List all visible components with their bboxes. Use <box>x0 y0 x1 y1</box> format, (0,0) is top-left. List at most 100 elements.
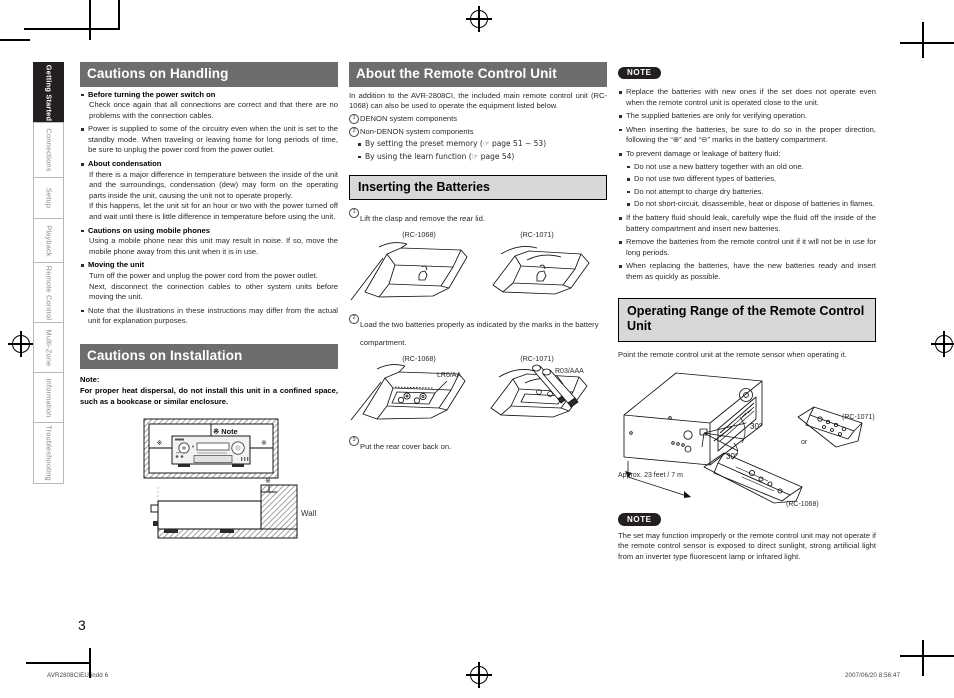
sidebar-tabs: Getting Started Connections Setup Playba… <box>33 62 64 484</box>
list-item: The supplied batteries are only for veri… <box>618 111 876 122</box>
step-label: Lift the clasp and remove the rear lid. <box>360 213 485 223</box>
list-item: Power is supplied to some of the circuit… <box>80 124 338 156</box>
list-item: Note that the illustrations in these ins… <box>80 306 338 327</box>
list-item: If the battery fluid should leak, carefu… <box>618 213 876 234</box>
registration-mark-top <box>466 6 492 32</box>
figure-caption-rc1068: (RC-1068) <box>402 229 436 239</box>
item-body: Note that the illustrations in these ins… <box>88 305 338 326</box>
svg-text:Wall: Wall <box>301 509 316 518</box>
sidebar-item-connections[interactable]: Connections <box>33 122 64 177</box>
sidebar-item-playback[interactable]: Playback <box>33 218 64 262</box>
heading-inserting-batteries: Inserting the Batteries <box>349 175 607 200</box>
note-pill-batteries: NOTE <box>618 62 876 80</box>
list-item: Moving the unit Turn off the power and u… <box>80 260 338 302</box>
sidebar-item-label: Getting Started <box>44 64 53 121</box>
note-pill-sensor: NOTE <box>618 509 876 527</box>
installation-figure: ※ ※ ※ Note ※ Wall <box>80 417 338 542</box>
list-item: Remove the batteries from the remote con… <box>618 237 876 258</box>
note-badge: NOTE <box>618 513 661 526</box>
item-body: Check once again that all connections ar… <box>89 100 338 120</box>
remote-label-rc1068: (RC-1068) <box>786 500 819 508</box>
note-text: When replacing the batteries, have the n… <box>626 261 876 281</box>
sub-bullet-label: By setting the preset memory (☞ page 51 … <box>365 139 547 149</box>
sidebar-item-label: Playback <box>44 224 53 257</box>
list-item: About condensation If there is a major d… <box>80 159 338 223</box>
sidebar-item-setup[interactable]: Setup <box>33 177 64 218</box>
or-label: or <box>801 438 808 446</box>
heading-cautions-on-handling: Cautions on Handling <box>80 62 338 87</box>
operating-range-figure: 30° 30° Approx. 23 feet / 7 m (RC-1071) … <box>618 367 876 508</box>
list-item-label: DENON system components <box>360 113 458 123</box>
sidebar-item-label: Setup <box>44 187 53 209</box>
crop-mark-top-left-v2 <box>118 0 120 30</box>
crop-mark-top-right-v <box>922 22 924 58</box>
item-body: Using a mobile phone near this unit may … <box>89 236 338 256</box>
battery-insert-figure: (RC-1068) (RC-1071) LR6/AA R03/AAA <box>349 354 607 438</box>
note-text: The supplied batteries are only for veri… <box>626 111 808 121</box>
circled-number: 2 <box>349 314 359 325</box>
item-body: If there is a major difference in temper… <box>89 169 338 200</box>
crop-mark-top-right-h <box>900 42 954 44</box>
crop-mark-top-left-v <box>89 0 91 30</box>
circled-number: 2 <box>349 126 359 137</box>
item-body-2: Next, disconnect the connection cables t… <box>89 281 338 302</box>
sub-bullet-label: By using the learn function (☞ page 54) <box>365 151 515 161</box>
list-item-label: Non-DENON system components <box>360 126 474 136</box>
list-item: Replace the batteries with new ones if t… <box>618 87 876 108</box>
note-text: If the battery fluid should leak, carefu… <box>626 212 876 233</box>
list-item: Do not attempt to charge dry batteries. <box>626 187 876 198</box>
battery-insert-diagram-svg <box>350 363 588 421</box>
cautions-handling-list: Before turning the power switch on Check… <box>80 90 338 327</box>
sensor-note-body: The set may function improperly or the r… <box>618 530 876 561</box>
remote-sub-bullets: By setting the preset memory (☞ page 51 … <box>349 139 607 162</box>
sidebar-item-multi-zone[interactable]: Multi-Zone <box>33 322 64 372</box>
operating-range-intro: Point the remote control unit at the rem… <box>618 349 847 359</box>
item-body: Turn off the power and unplug the power … <box>89 271 318 281</box>
battery-note-list-2: If the battery fluid should leak, carefu… <box>618 213 876 283</box>
list-item: To prevent damage or leakage of battery … <box>618 149 876 160</box>
column-cautions: Cautions on Handling Before turning the … <box>80 62 338 542</box>
item-body: Power is supplied to some of the circuit… <box>88 124 338 155</box>
sidebar-item-label: Information <box>44 377 53 418</box>
note-text: To prevent damage or leakage of battery … <box>626 148 781 158</box>
circled-number: 3 <box>349 436 359 447</box>
list-item: Cautions on using mobile phones Using a … <box>80 226 338 258</box>
angle-label-top: 30° <box>750 422 762 431</box>
registration-mark-right <box>931 331 954 357</box>
list-item: When inserting the batteries, be sure to… <box>618 125 876 146</box>
battery-step-1: 1 Lift the clasp and remove the rear lid… <box>349 208 607 226</box>
battery-label-aaa: R03/AAA <box>555 367 584 375</box>
page-number: 3 <box>78 617 86 633</box>
installation-note-label: Note: <box>80 374 100 384</box>
sidebar-item-getting-started[interactable]: Getting Started <box>33 62 64 122</box>
svg-text:※: ※ <box>265 477 271 485</box>
item-title: About condensation <box>88 159 162 169</box>
note-text: Replace the batteries with new ones if t… <box>626 87 876 107</box>
svg-text:※ Note: ※ Note <box>213 427 238 436</box>
battery-note-sublist: Do not use a new battery together with a… <box>618 162 876 210</box>
sidebar-item-remote-control[interactable]: Remote Control <box>33 262 64 322</box>
registration-mark-bottom <box>466 662 492 688</box>
remote-component-list: 1 DENON system components 2 Non-DENON sy… <box>349 114 607 138</box>
list-item: Do not short-circuit, disassemble, heat … <box>626 199 876 210</box>
sidebar-item-troubleshooting[interactable]: Troubleshooting <box>33 422 64 484</box>
sidebar-item-label: Troubleshooting <box>44 425 53 481</box>
crop-mark-bottom-right-h <box>900 655 954 657</box>
heading-operating-range: Operating Range of the Remote Control Un… <box>618 297 876 342</box>
list-item: 1 DENON system components <box>349 114 607 125</box>
column-remote-control: About the Remote Control Unit In additio… <box>349 62 607 454</box>
distance-label: Approx. 23 feet / 7 m <box>618 471 683 479</box>
item-title: Moving the unit <box>88 260 145 270</box>
note-text: Remove the batteries from the remote con… <box>626 237 876 257</box>
battery-lid-diagram-svg <box>350 241 590 301</box>
heading-cautions-on-installation: Cautions on Installation <box>80 343 338 369</box>
battery-lid-figure: (RC-1068) (RC-1071) <box>349 230 607 312</box>
battery-note-list: Replace the batteries with new ones if t… <box>618 87 876 160</box>
svg-text:※: ※ <box>261 439 267 447</box>
figure-caption-rc1071: (RC-1071) <box>520 353 554 363</box>
circled-number: 1 <box>349 114 359 125</box>
sidebar-item-information[interactable]: Information <box>33 372 64 422</box>
item-body-2: If this happens, let the unit sit for an… <box>89 201 338 222</box>
step-label: Put the rear cover back on. <box>360 441 452 451</box>
figure-caption-rc1068: (RC-1068) <box>402 353 436 363</box>
